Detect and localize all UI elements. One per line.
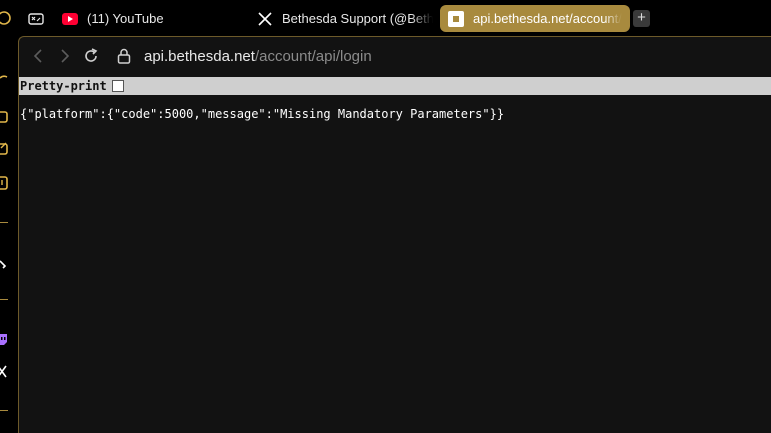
forward-button[interactable] — [57, 48, 73, 64]
lock-icon[interactable] — [117, 48, 131, 64]
tab-youtube[interactable]: (11) YouTube — [62, 5, 232, 32]
twitch-icon[interactable] — [0, 333, 14, 347]
sidebar-notes-icon[interactable] — [0, 142, 14, 156]
tab-strip: (11) YouTube Bethesda Support (@Beth api… — [18, 0, 771, 36]
tab-title: (11) YouTube — [87, 11, 164, 26]
sidebar-separator — [0, 222, 8, 223]
x-logo-icon — [257, 11, 273, 27]
chevron-left-icon — [33, 49, 42, 63]
reload-button[interactable] — [83, 48, 99, 64]
pretty-print-bar: Pretty-print — [19, 77, 771, 95]
address-path: /account/api/login — [254, 48, 372, 65]
sidebar-logo-icon[interactable] — [0, 11, 14, 25]
address-host: api.bethesda.net — [144, 48, 255, 65]
tab-bethesda-api[interactable]: api.bethesda.net/account/ — [440, 5, 630, 32]
pretty-print-label: Pretty-print — [20, 79, 107, 93]
sidebar-bookmarks-icon[interactable] — [0, 110, 14, 124]
sidebar-separator — [0, 410, 8, 411]
pretty-print-checkbox[interactable] — [111, 80, 124, 92]
reload-icon — [85, 48, 98, 62]
page-content: Pretty-print {"platform":{"code":5000,"m… — [19, 76, 771, 433]
sidebar-speed-dial-icon[interactable] — [0, 72, 14, 86]
bethesda-icon — [448, 10, 464, 27]
sidebar-tools-icon[interactable] — [0, 257, 14, 271]
tab-title: Bethesda Support (@Beth — [282, 11, 433, 26]
chevron-right-icon — [61, 49, 70, 63]
gamepad-icon — [28, 11, 44, 27]
youtube-icon — [62, 11, 78, 27]
sidebar-downloads-icon[interactable] — [0, 176, 14, 190]
sidebar — [0, 0, 18, 433]
browser-window: (11) YouTube Bethesda Support (@Beth api… — [0, 0, 771, 433]
address-toolbar: api.bethesda.net/account/api/login — [19, 37, 771, 76]
tab-title: api.bethesda.net/account/ — [473, 11, 622, 26]
back-button[interactable] — [31, 48, 47, 64]
address-bar[interactable]: api.bethesda.net/account/api/login — [144, 48, 372, 65]
json-response-text: {"platform":{"code":5000,"message":"Miss… — [20, 107, 505, 121]
x-logo-icon[interactable] — [0, 365, 14, 379]
new-tab-button[interactable]: + — [633, 10, 650, 27]
tab-gamepad[interactable] — [28, 5, 52, 32]
tab-bethesda-support[interactable]: Bethesda Support (@Beth — [257, 5, 433, 32]
sidebar-separator — [0, 299, 8, 300]
browser-content-frame: api.bethesda.net/account/api/login Prett… — [18, 36, 771, 433]
